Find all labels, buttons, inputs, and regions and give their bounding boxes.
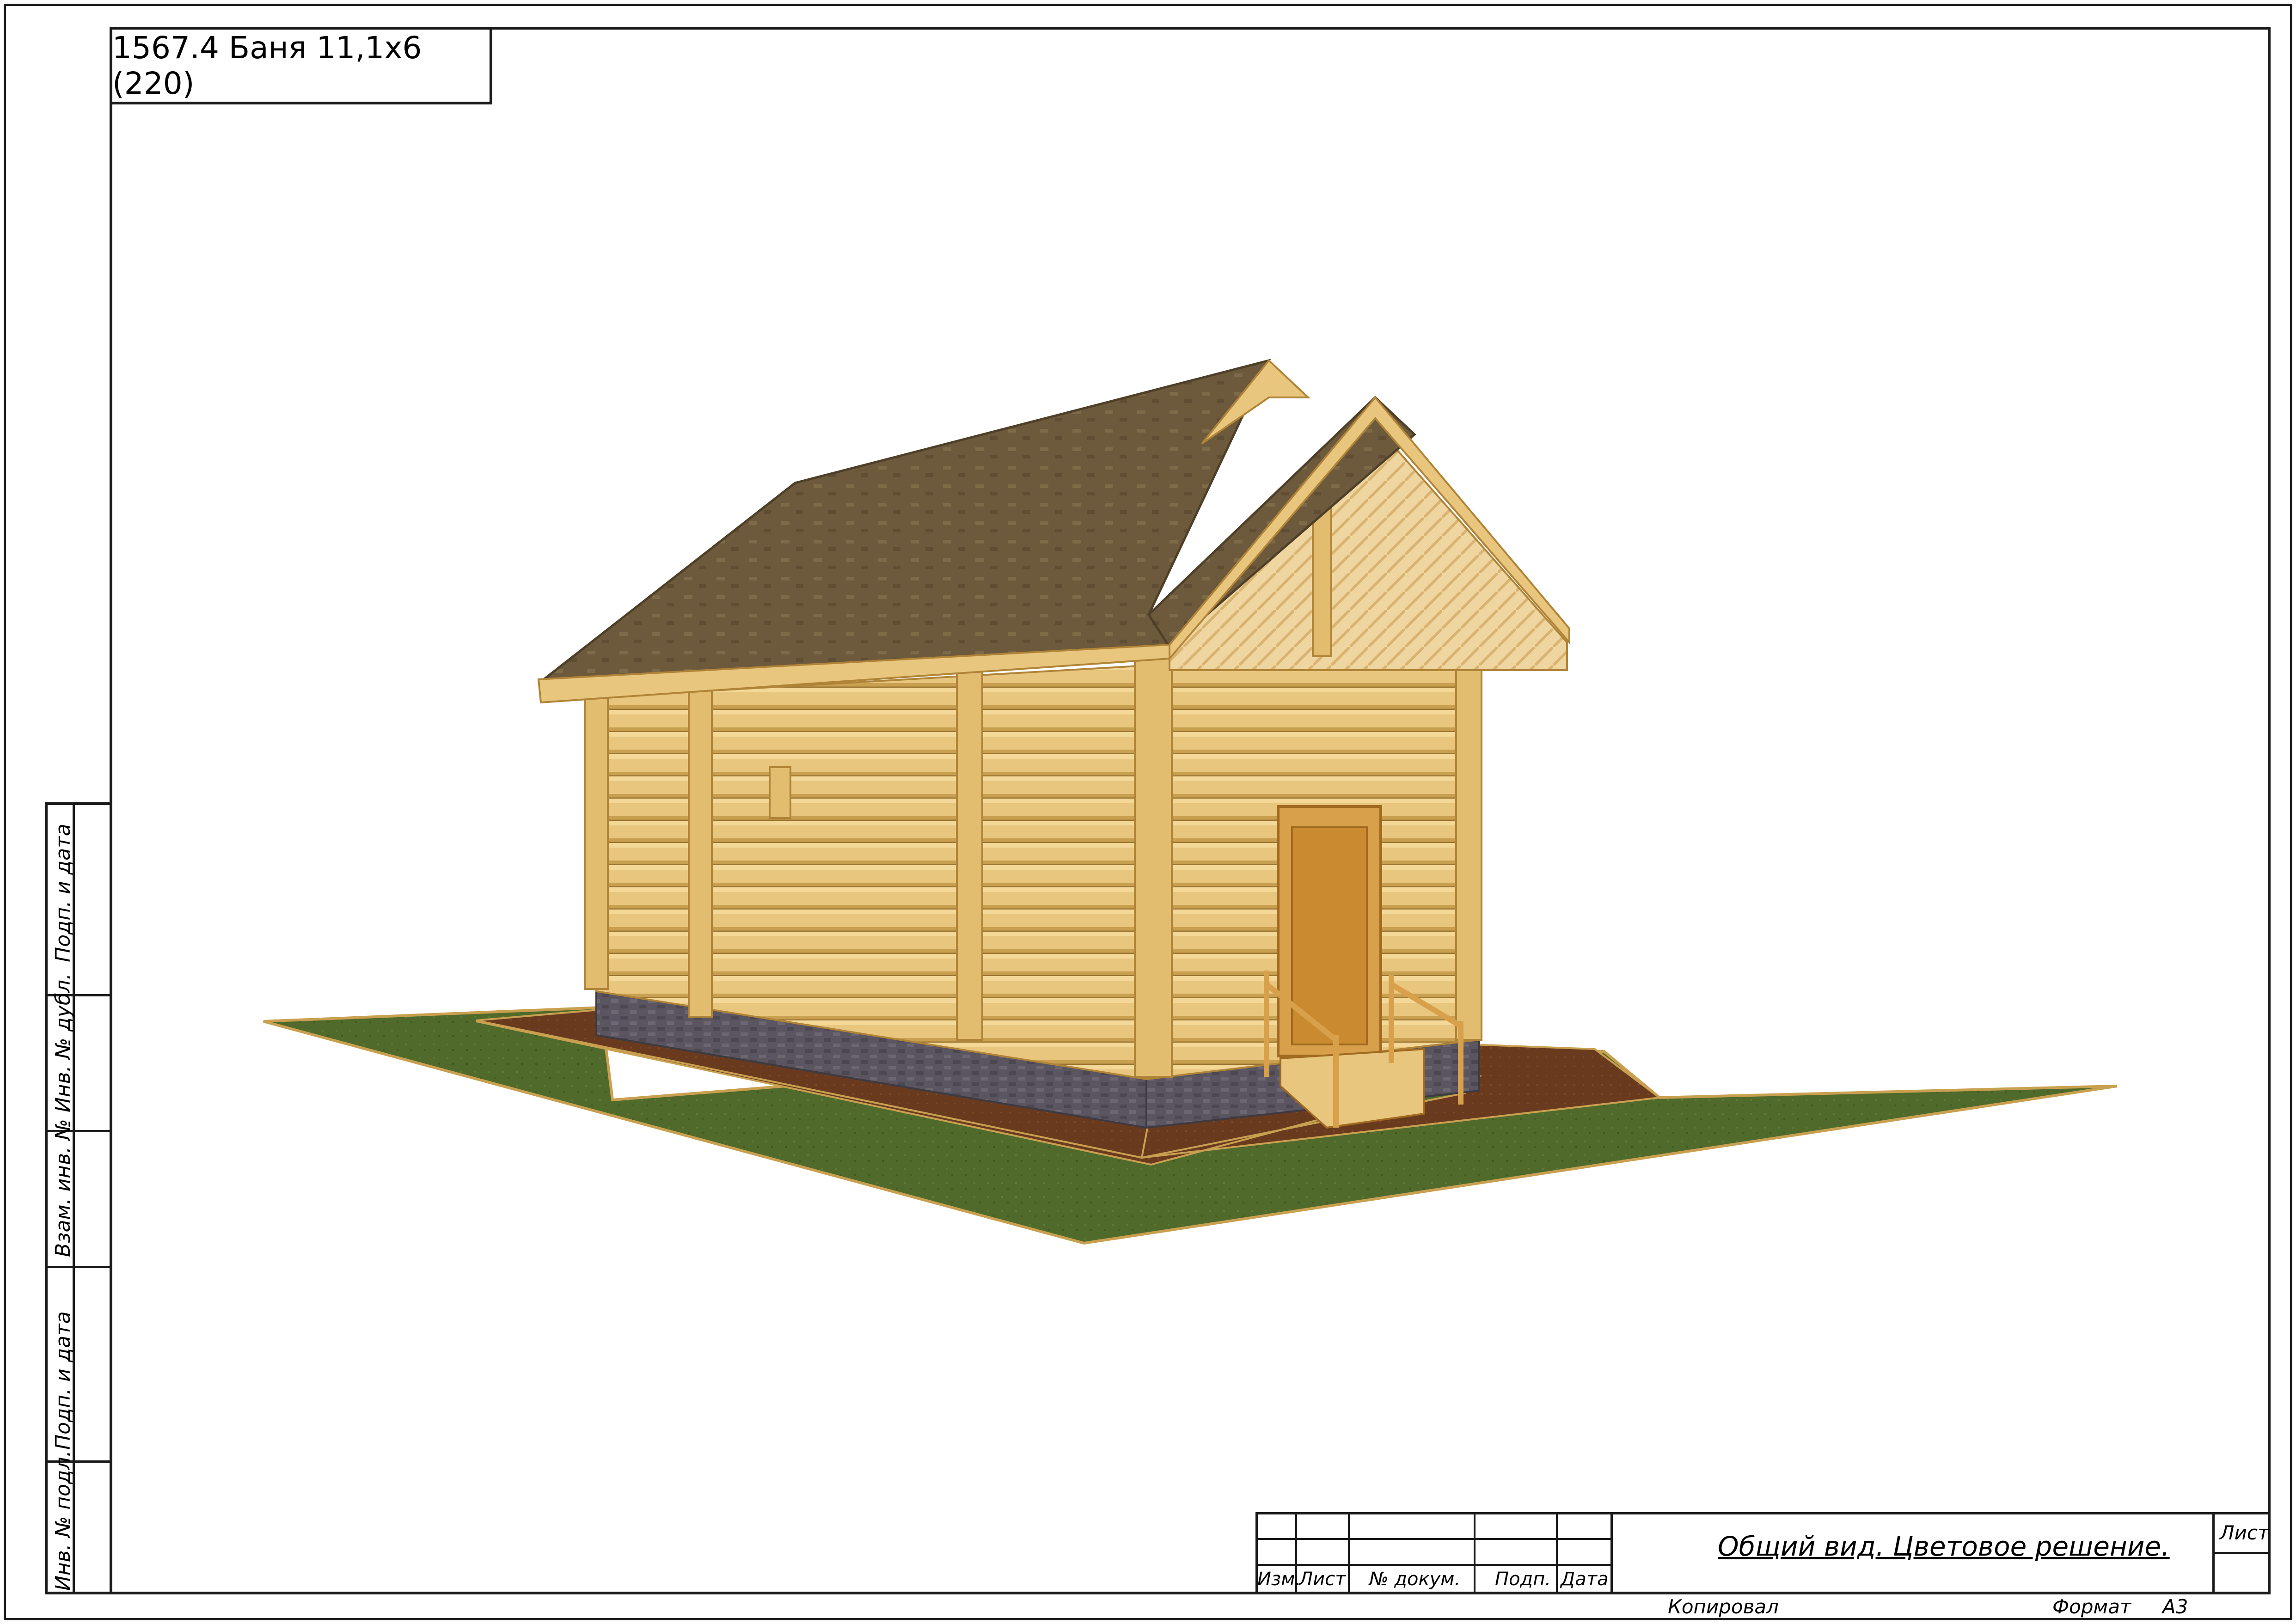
small-window-logs xyxy=(769,766,791,819)
bathhouse-render xyxy=(263,359,2118,1245)
bathhouse-3d-view xyxy=(0,0,2296,1624)
